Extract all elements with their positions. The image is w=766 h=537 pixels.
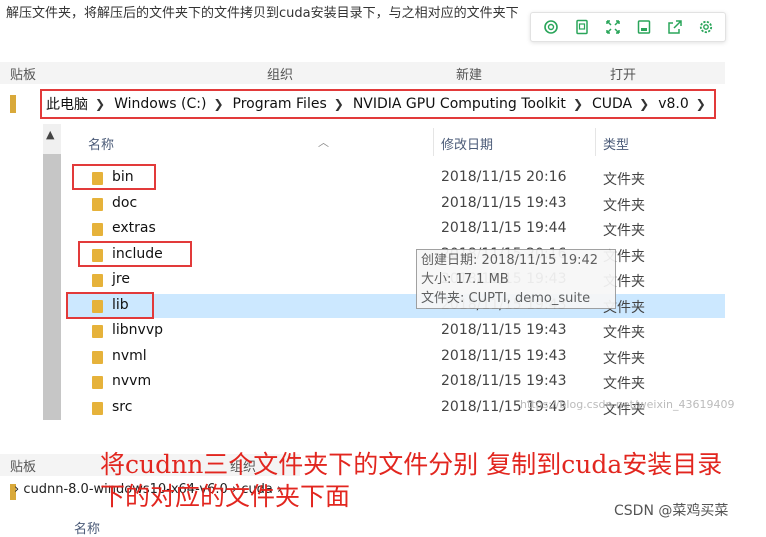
- folder-icon: [92, 197, 103, 211]
- fullscreen-icon: [605, 20, 620, 34]
- file-name: extras: [112, 220, 156, 236]
- file-row-libnvvp[interactable]: libnvvp 2018/11/15 19:43 文件夹: [68, 319, 725, 343]
- copy-code-button[interactable]: [539, 15, 563, 39]
- ribbon-bar: 贴板 组织 新建 打开: [0, 62, 725, 84]
- breadcrumb-v8[interactable]: v8.0: [654, 96, 693, 112]
- ribbon-paste[interactable]: 贴板: [10, 64, 36, 83]
- ribbon-new[interactable]: 新建: [456, 64, 482, 83]
- column-divider[interactable]: [433, 128, 434, 156]
- chevron-right-icon: ❯: [639, 97, 650, 111]
- column-divider[interactable]: [595, 128, 596, 156]
- address-bar[interactable]: 此电脑 ❯ Windows (C:) ❯ Program Files ❯ NVIDIA…: [40, 89, 716, 119]
- file-type: 文件夹: [603, 172, 645, 188]
- folder-icon: [92, 223, 103, 236]
- ribbon-open[interactable]: 打开: [610, 64, 636, 83]
- file-type: 文件夹: [603, 350, 645, 367]
- file-date: 2018/11/15 19:43: [441, 194, 567, 211]
- chevron-right-icon: ❯: [333, 97, 344, 111]
- breadcrumb-this-pc[interactable]: 此电脑: [42, 94, 92, 114]
- ribbon-organize[interactable]: 组织: [267, 64, 293, 83]
- file-date: 2018/11/15 20:16: [441, 169, 567, 185]
- file-name: libnvvp: [112, 322, 163, 338]
- file-name: doc: [112, 194, 138, 211]
- file-date: 2018/11/15 19:43: [441, 322, 567, 338]
- second-ribbon-paste[interactable]: 贴板: [10, 456, 36, 475]
- file-row-doc[interactable]: doc 2018/11/15 19:43 文件夹: [68, 192, 725, 216]
- tooltip-size: 大小: 17.1 MB: [421, 272, 509, 287]
- file-type: 文件夹: [603, 325, 645, 341]
- chevron-right-icon: ❯: [213, 97, 224, 111]
- file-name: src: [112, 398, 133, 415]
- share-icon: [667, 20, 682, 34]
- file-type: 文件夹: [603, 197, 645, 214]
- file-row-extras[interactable]: extras 2018/11/15 19:44 文件夹: [68, 217, 725, 241]
- settings-button[interactable]: [694, 15, 718, 39]
- file-name: jre: [112, 271, 130, 287]
- column-name[interactable]: 名称: [88, 134, 114, 153]
- highlight-include: [78, 241, 192, 267]
- document-icon: [575, 19, 588, 35]
- folder-icon: [92, 325, 103, 338]
- csdn-watermark: CSDN @菜鸡买菜: [614, 503, 729, 519]
- share-button[interactable]: [663, 15, 687, 39]
- column-modified[interactable]: 修改日期: [441, 134, 493, 153]
- folder-icon: [92, 274, 103, 287]
- scroll-up-icon[interactable]: ▲: [46, 128, 54, 141]
- folder-tooltip: 创建日期: 2018/11/15 19:42 大小: 17.1 MB 文件夹: …: [416, 249, 616, 309]
- fullscreen-button[interactable]: [601, 15, 625, 39]
- chevron-right-icon: ❯: [95, 97, 106, 111]
- file-row-jre[interactable]: jre2018/11/15 19:43文件夹: [68, 268, 725, 292]
- breadcrumb-windows-c[interactable]: Windows (C:): [110, 96, 210, 112]
- breadcrumb-program-files[interactable]: Program Files: [229, 96, 331, 112]
- file-name: nvml: [112, 347, 147, 364]
- folder-icon: [92, 376, 103, 389]
- scrollbar-thumb[interactable]: [43, 154, 61, 420]
- file-date: 2018/11/15 19:43: [441, 373, 567, 389]
- file-date: 2018/11/15 19:44: [441, 220, 567, 236]
- file-type: 文件夹: [603, 223, 645, 239]
- settings-icon: [699, 20, 712, 34]
- breadcrumb-nvidia-toolkit[interactable]: NVIDIA GPU Computing Toolkit: [349, 96, 570, 112]
- save-icon: [637, 20, 650, 34]
- file-row-bin[interactable]: bin 2018/11/15 20:16 文件夹: [68, 166, 725, 190]
- address-folder-icon: [10, 95, 16, 113]
- folder-icon: [92, 401, 103, 415]
- vertical-scrollbar[interactable]: ▲: [43, 124, 61, 420]
- chevron-right-icon: ❯: [695, 97, 706, 111]
- file-row-nvml[interactable]: nvml 2018/11/15 19:43 文件夹: [68, 345, 725, 369]
- highlight-lib: [66, 292, 154, 319]
- file-row-lib[interactable]: lib2018/11/15 19:43文件夹: [68, 293, 725, 318]
- file-row-nvvm[interactable]: nvvm 2018/11/15 19:43 文件夹: [68, 370, 725, 394]
- tooltip-folders: 文件夹: CUPTI, demo_suite: [421, 291, 591, 306]
- document-button[interactable]: [570, 15, 594, 39]
- column-type[interactable]: 类型: [603, 134, 629, 153]
- second-column-name[interactable]: 名称: [74, 518, 100, 537]
- column-header: ︿ 名称 修改日期 类型: [68, 124, 728, 158]
- floating-toolbar: [530, 12, 726, 42]
- tooltip-created: 创建日期: 2018/11/15 19:42: [421, 253, 599, 268]
- sort-caret-icon: ︿: [318, 136, 329, 149]
- intro-text: 解压文件夹，将解压后的文件夹下的文件拷贝到cuda安装目录下，与之相对应的文件夹…: [6, 6, 519, 21]
- file-date: 2018/11/15 19:43: [441, 347, 567, 364]
- file-name: nvvm: [112, 373, 152, 389]
- breadcrumb-cuda[interactable]: CUDA: [588, 96, 636, 112]
- chevron-right-icon: ❯: [572, 97, 583, 111]
- file-type: 文件夹: [603, 376, 645, 392]
- faint-watermark: https://blog.csdn.net/weixin_43619409: [520, 398, 735, 411]
- save-button[interactable]: [632, 15, 656, 39]
- highlight-bin: [72, 164, 156, 190]
- folder-icon: [92, 350, 103, 364]
- copy-code-icon: [543, 20, 558, 34]
